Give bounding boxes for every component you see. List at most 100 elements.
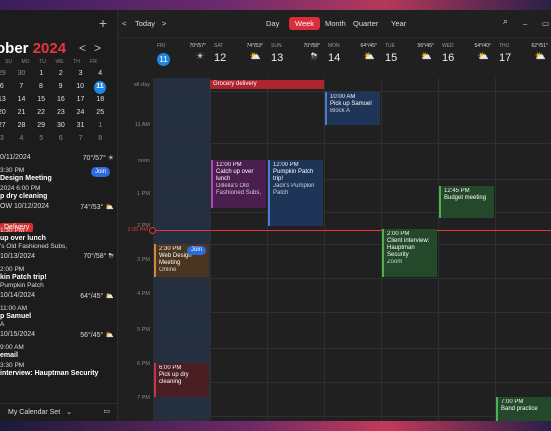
mini-calendar-day[interactable]: 25 (90, 107, 110, 120)
agenda-list: 0/11/2024 70°/57° ☀ 3:30 PM Design Meeting J… (0, 154, 118, 380)
mini-calendar-day[interactable]: 3 (71, 68, 91, 81)
prev-month-button[interactable]: < (79, 41, 94, 55)
mini-calendar-day[interactable]: 29 (31, 120, 51, 133)
time-label: 1 PM (137, 191, 150, 197)
mini-calendar-day[interactable]: 9 (51, 81, 71, 94)
agenda-item-time: 2:00 PM (0, 266, 25, 273)
mini-calendar-day[interactable]: 29 (0, 68, 12, 81)
prev-week-button[interactable]: < (122, 19, 126, 28)
day-header-fri[interactable]: FRI 11 70°/57° ☀ (153, 41, 210, 77)
weekday-label: MO (21, 59, 30, 65)
weekday-label: SU (5, 59, 12, 65)
mini-calendar-day[interactable]: 2 (51, 68, 71, 81)
view-day-button[interactable]: Day (260, 17, 285, 30)
day-temperature: 74°/53° (246, 43, 263, 49)
view-week-button[interactable]: Week (289, 17, 321, 30)
mini-calendar-day[interactable]: 8 (31, 81, 51, 94)
agenda-item[interactable]: 3:30 PM interview: Hauptman Security (0, 362, 118, 378)
calendar-event[interactable]: 2:30 PM Web Design Meeting Online Join (154, 244, 209, 277)
taskbar (0, 421, 551, 431)
agenda-date: 10/13/2024 (0, 253, 36, 260)
day-header-sat[interactable]: SAT 12 74°/53° ⛅ (210, 41, 267, 77)
weather-icon: ☀ (195, 51, 204, 61)
mini-calendar-day[interactable]: 7 (12, 81, 32, 94)
mini-calendar-day[interactable]: 28 (12, 120, 32, 133)
mini-calendar-day[interactable]: 27 (0, 120, 12, 133)
agenda-item[interactable]: 2024 6:00 PM p dry cleaning (0, 185, 118, 201)
mini-calendar-day[interactable]: 17 (71, 94, 91, 107)
day-name: THU (499, 43, 510, 49)
day-number: 11 (157, 53, 170, 66)
mini-calendar-day[interactable]: 8 (90, 133, 110, 146)
today-button[interactable]: Today (135, 19, 155, 28)
next-week-button[interactable]: > (162, 19, 166, 28)
mini-calendar-day[interactable]: 21 (12, 107, 32, 120)
mini-calendar-day[interactable]: 10 (70, 81, 90, 94)
mini-calendar-day[interactable]: 11 (93, 81, 107, 94)
join-button[interactable]: Join (90, 167, 110, 177)
agenda-item[interactable]: 11:00 AM p Samuel A (0, 305, 118, 329)
day-header-sun[interactable]: SUN 13 70°/58° ⛈ (267, 41, 324, 77)
mini-calendar-day[interactable]: 30 (12, 68, 32, 81)
mini-calendar-day[interactable]: 23 (51, 107, 71, 120)
mini-calendar-week: 6 7 8 9 10 11 (0, 81, 110, 94)
mini-calendar-day[interactable]: 16 (51, 94, 71, 107)
mini-calendar-day[interactable]: 14 (12, 94, 32, 107)
mini-calendar-day[interactable]: 5 (31, 133, 51, 146)
mini-calendar-day[interactable]: 4 (12, 133, 32, 146)
panel-icon[interactable]: ▭ (103, 407, 110, 415)
agenda-item-time: 3:30 PM (0, 362, 25, 369)
mini-calendar-day[interactable]: 22 (31, 107, 51, 120)
calendar-event[interactable]: 7:00 PM Band practice (496, 397, 551, 421)
mini-calendar-day[interactable]: 20 (0, 107, 12, 120)
agenda-item[interactable]: 2:00 PM kin Patch trip! Pumpkin Patch (0, 266, 118, 290)
time-label: 5 PM (137, 327, 150, 333)
view-year-button[interactable]: Year (385, 17, 412, 30)
search-icon[interactable]: ⌕ (503, 16, 508, 27)
allday-event[interactable]: Grocery delivery (210, 80, 324, 89)
calendar-event[interactable]: 10:00 AM Pick up Samuel Block A (325, 92, 380, 125)
join-button[interactable]: Join (186, 246, 206, 255)
agenda-item[interactable]: 9:00 AM email (0, 344, 118, 360)
mini-calendar-day[interactable]: 6 (0, 81, 12, 94)
maximize-icon[interactable]: ▭ (542, 19, 549, 28)
time-label: 11 AM (134, 122, 150, 128)
mini-calendar-day[interactable]: 18 (90, 94, 110, 107)
agenda-item[interactable]: 3:30 PM Design Meeting Join (0, 167, 118, 183)
event-location: Dillella's Old Fashioned Subs, (216, 183, 262, 196)
calendar-event[interactable]: 12:45 PM Budget meeting (439, 186, 494, 218)
day-header-thu[interactable]: THU 17 62°/51° ⛅ (495, 41, 551, 77)
agenda-item[interactable]: 1:30 PM up over lunch's Old Fashioned Sub… (0, 227, 118, 251)
mini-calendar-day[interactable]: 1 (31, 68, 51, 81)
add-event-button[interactable]: + (99, 15, 107, 31)
calendar-event[interactable]: 12:00 PM Pumpkin Patch trip! Jack's Pumpki… (268, 160, 323, 226)
mini-calendar-day[interactable]: 13 (0, 94, 12, 107)
month-year: 2024 (32, 40, 67, 57)
calendar-set-selector[interactable]: My Calendar Set ⌄ ▭ (0, 403, 118, 421)
minimize-icon[interactable]: – (523, 19, 527, 28)
mini-calendar-day[interactable]: 6 (51, 133, 71, 146)
day-header-tue[interactable]: TUE 15 56°/45° ⛅ (381, 41, 438, 77)
day-header-wed[interactable]: WED 16 54°/40° ⛅ (438, 41, 495, 77)
calendar-event[interactable]: 2:00 PM Client interview: Hauptman Securi… (382, 229, 437, 277)
mini-calendar-day[interactable]: 24 (71, 107, 91, 120)
mini-calendar-day[interactable]: 15 (31, 94, 51, 107)
agenda-date: 0/11/2024 (0, 154, 31, 161)
mini-calendar-day[interactable]: 1 (90, 120, 110, 133)
mini-calendar-day[interactable]: 4 (90, 68, 110, 81)
agenda-day-header: 10/15/2024 56°/45° ⛅ (0, 331, 118, 344)
mini-calendar-day[interactable]: 7 (71, 133, 91, 146)
mini-calendar-day[interactable]: 30 (51, 120, 71, 133)
event-location: Zoom (387, 259, 403, 265)
calendar-event[interactable]: 6:00 PM Pick up dry cleaning (154, 363, 209, 397)
calendar-event[interactable]: 12:00 PM Catch up over lunch Dillella's Ol… (211, 160, 266, 208)
next-month-button[interactable]: > (94, 41, 109, 55)
mini-calendar-day[interactable]: 3 (0, 133, 12, 146)
agenda-day-header: 10/14/2024 64°/45° ⛅ (0, 292, 118, 305)
view-quarter-button[interactable]: Quarter (347, 17, 384, 30)
agenda-item-time: 1:30 PM (0, 227, 25, 234)
chevron-down-icon: ⌄ (66, 409, 72, 416)
mini-calendar-day[interactable]: 31 (71, 120, 91, 133)
day-header-mon[interactable]: MON 14 64°/45° ⛅ (324, 41, 381, 77)
event-location: Online (159, 267, 177, 273)
